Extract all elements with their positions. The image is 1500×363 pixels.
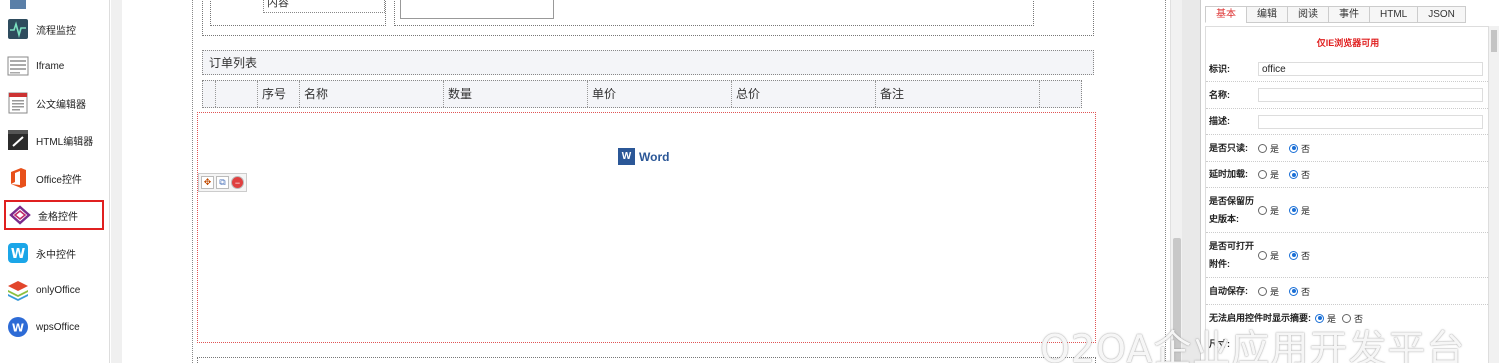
component-icon — [6, 0, 30, 13]
table-header-remark: 备注 — [875, 81, 1039, 107]
table-header-index: 序号 — [257, 81, 299, 107]
onlyoffice-icon — [6, 278, 30, 302]
delete-icon[interactable]: − — [231, 176, 244, 189]
auto-save-yes-radio[interactable]: 是 — [1258, 285, 1279, 298]
content-field[interactable]: 内容 — [263, 0, 385, 13]
component-palette: 流程监控 Iframe 公文编辑器 HTML编辑器 Office控件 金格控件 … — [0, 0, 110, 363]
order-table-header: 序号 名称 数量 单价 总价 备注 — [202, 80, 1082, 108]
row-auto-save: 自动保存: 是 否 — [1206, 278, 1488, 305]
keep-history-yes-radio[interactable]: 是 — [1258, 204, 1279, 217]
svg-text:W: W — [12, 322, 24, 335]
kinggrid-icon — [8, 203, 32, 227]
property-body: 仅IE浏览器可用 标识: office 名称: 描述: 是否只读: 是 否 延时… — [1205, 26, 1489, 363]
row-id: 标识: office — [1206, 57, 1488, 82]
html-editor-icon — [6, 128, 30, 152]
watermark: O2OA企业应用开发平台 — [1040, 327, 1466, 363]
palette-item-process-monitor[interactable]: 流程监控 — [4, 14, 104, 44]
lazy-load-yes-radio[interactable]: 是 — [1258, 168, 1279, 181]
palette-item-yozo[interactable]: W 永中控件 — [4, 238, 104, 268]
wps-icon: W — [6, 315, 30, 339]
readonly-yes-radio[interactable]: 是 — [1258, 142, 1279, 155]
table-header-price: 单价 — [587, 81, 731, 107]
svg-text:W: W — [11, 247, 25, 262]
canvas-scrollbar[interactable] — [1170, 0, 1182, 363]
row-open-attachment: 是否可打开附件: 是 否 — [1206, 233, 1488, 278]
readonly-no-radio[interactable]: 否 — [1289, 142, 1310, 155]
process-monitor-icon — [6, 17, 30, 41]
design-canvas[interactable]: 内容 订单列表 序号 名称 数量 单价 总价 备注 W Word ✥ ⧉ − — [122, 0, 1170, 363]
tab-edit[interactable]: 编辑 — [1246, 6, 1288, 23]
copy-icon[interactable]: ⧉ — [216, 176, 229, 189]
palette-item-iframe[interactable]: Iframe — [4, 51, 104, 81]
id-input[interactable]: office — [1258, 62, 1483, 76]
iframe-icon — [6, 54, 30, 78]
row-lazy-load: 延时加载: 是 否 — [1206, 162, 1488, 188]
row-name: 名称: — [1206, 82, 1488, 109]
property-panel: 基本 编辑 阅读 事件 HTML JSON 仅IE浏览器可用 标识: offic… — [1200, 0, 1500, 363]
panel-divider — [1182, 0, 1200, 363]
keep-history-no-radio[interactable]: 是 — [1289, 204, 1310, 217]
auto-save-no-radio[interactable]: 否 — [1289, 285, 1310, 298]
tab-html[interactable]: HTML — [1369, 6, 1419, 23]
row-readonly: 是否只读: 是 否 — [1206, 135, 1488, 162]
desc-input[interactable] — [1258, 114, 1483, 129]
open-attachment-no-radio[interactable]: 否 — [1289, 249, 1310, 262]
control-toolbar: ✥ ⧉ − — [198, 173, 247, 192]
order-list-title: 订单列表 — [202, 50, 1094, 75]
word-label: W Word — [618, 148, 669, 165]
yozo-icon: W — [6, 241, 30, 265]
form-section-bottom — [197, 357, 1096, 363]
office-icon — [6, 166, 30, 190]
table-header-qty: 数量 — [443, 81, 587, 107]
palette-item-office[interactable]: Office控件 — [4, 163, 104, 193]
word-control[interactable]: W Word ✥ ⧉ − — [197, 112, 1096, 343]
palette-item-document-editor[interactable]: 公文编辑器 — [4, 88, 104, 118]
palette-divider — [111, 0, 122, 363]
open-attachment-yes-radio[interactable]: 是 — [1258, 249, 1279, 262]
palette-item-html-editor[interactable]: HTML编辑器 — [4, 125, 104, 155]
palette-item-wps[interactable]: W wpsOffice — [4, 312, 104, 342]
palette-item-kinggrid[interactable]: 金格控件 — [4, 200, 104, 230]
tab-events[interactable]: 事件 — [1328, 6, 1370, 23]
tab-read[interactable]: 阅读 — [1287, 6, 1329, 23]
tab-json[interactable]: JSON — [1417, 6, 1466, 23]
palette-item-onlyoffice[interactable]: onlyOffice — [4, 275, 104, 305]
form-designer: 流程监控 Iframe 公文编辑器 HTML编辑器 Office控件 金格控件 … — [0, 0, 1500, 363]
name-input[interactable] — [1258, 88, 1483, 102]
table-header-end — [1039, 81, 1081, 107]
row-desc: 描述: — [1206, 109, 1488, 135]
table-header-blank — [215, 81, 257, 107]
panel-scroll-thumb[interactable] — [1491, 30, 1497, 52]
table-header-name: 名称 — [299, 81, 443, 107]
tab-basic[interactable]: 基本 — [1205, 6, 1247, 23]
property-tabs: 基本 编辑 阅读 事件 HTML JSON — [1205, 6, 1497, 23]
table-header-total: 总价 — [731, 81, 875, 107]
move-icon[interactable]: ✥ — [201, 176, 214, 189]
lazy-load-no-radio[interactable]: 否 — [1289, 168, 1310, 181]
ie-only-note: 仅IE浏览器可用 — [1316, 38, 1380, 48]
document-editor-icon — [6, 91, 30, 115]
word-icon: W — [618, 148, 635, 165]
row-keep-history: 是否保留历史版本: 是 是 — [1206, 188, 1488, 233]
panel-scrollbar[interactable] — [1489, 26, 1499, 363]
content-textarea[interactable] — [400, 0, 554, 19]
